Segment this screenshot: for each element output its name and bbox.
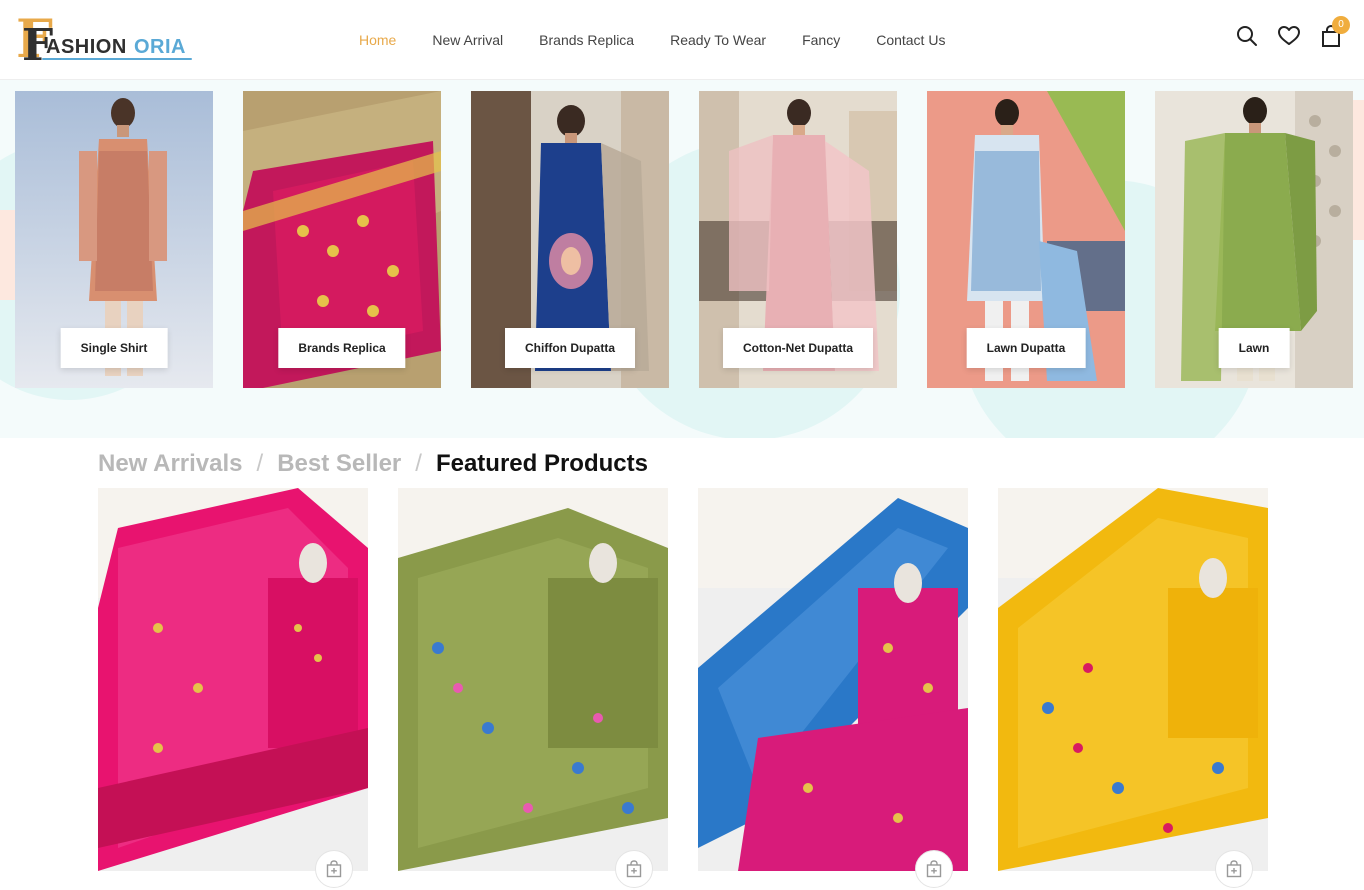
tab-separator: /	[415, 450, 422, 477]
category-label[interactable]: Cotton-Net Dupatta	[723, 328, 873, 368]
logo-swoosh	[42, 58, 192, 60]
logo-word-primary: ASHION	[46, 36, 127, 58]
site-header: F F ASHION ORIA Home New Arrival Brands …	[0, 0, 1364, 80]
product-card[interactable]	[998, 488, 1268, 871]
category-card-lawn[interactable]: Lawn	[1155, 91, 1353, 388]
cart-count-badge: 0	[1332, 16, 1350, 34]
product-tabs: New Arrivals / Best Seller / Featured Pr…	[98, 449, 648, 479]
category-banner: Single Shirt Brands Replica Chiffon Dupa…	[0, 80, 1364, 438]
add-to-cart-icon	[1226, 860, 1242, 878]
tab-separator: /	[256, 450, 264, 477]
product-image	[398, 488, 668, 871]
product-image	[998, 488, 1268, 871]
product-card[interactable]	[398, 488, 668, 871]
nav-brands-replica[interactable]: Brands Replica	[539, 30, 634, 50]
category-card-chiffon-dupatta[interactable]: Chiffon Dupatta	[471, 91, 669, 388]
add-to-cart-icon	[326, 860, 342, 878]
header-actions: 0	[1236, 16, 1350, 48]
nav-fancy[interactable]: Fancy	[802, 30, 840, 50]
category-label[interactable]: Brands Replica	[278, 328, 406, 368]
brand-logo[interactable]: F F ASHION ORIA	[16, 14, 196, 68]
add-to-cart-button[interactable]	[1215, 850, 1253, 888]
category-card-cotton-net-dupatta[interactable]: Cotton-Net Dupatta	[699, 91, 897, 388]
nav-contact-us[interactable]: Contact Us	[876, 30, 945, 50]
category-card-lawn-dupatta[interactable]: Lawn Dupatta	[927, 91, 1125, 388]
product-card[interactable]	[98, 488, 368, 871]
add-to-cart-button[interactable]	[315, 850, 353, 888]
tab-best-seller[interactable]: Best Seller	[277, 450, 401, 478]
category-label[interactable]: Single Shirt	[60, 328, 168, 368]
product-card[interactable]	[698, 488, 968, 871]
nav-home[interactable]: Home	[359, 30, 396, 50]
nav-new-arrival[interactable]: New Arrival	[432, 30, 503, 50]
category-label[interactable]: Chiffon Dupatta	[505, 328, 635, 368]
main-nav: Home New Arrival Brands Replica Ready To…	[359, 30, 981, 50]
add-to-cart-icon	[626, 860, 642, 878]
add-to-cart-button[interactable]	[915, 850, 953, 888]
tab-featured-products[interactable]: Featured Products	[436, 450, 648, 478]
product-image	[98, 488, 368, 871]
search-icon[interactable]	[1236, 24, 1258, 48]
category-card-brands-replica[interactable]: Brands Replica	[243, 91, 441, 388]
add-to-cart-button[interactable]	[615, 850, 653, 888]
add-to-cart-icon	[926, 860, 942, 878]
logo-word-secondary: ORIA	[134, 36, 186, 58]
shopping-bag-icon[interactable]: 0	[1320, 16, 1350, 48]
product-image	[698, 488, 968, 871]
heart-icon[interactable]	[1278, 24, 1300, 48]
tab-new-arrivals[interactable]: New Arrivals	[98, 450, 243, 478]
category-label[interactable]: Lawn Dupatta	[966, 328, 1086, 368]
category-card-single-shirt[interactable]: Single Shirt	[15, 91, 213, 388]
nav-ready-to-wear[interactable]: Ready To Wear	[670, 30, 766, 50]
category-label[interactable]: Lawn	[1218, 328, 1290, 368]
